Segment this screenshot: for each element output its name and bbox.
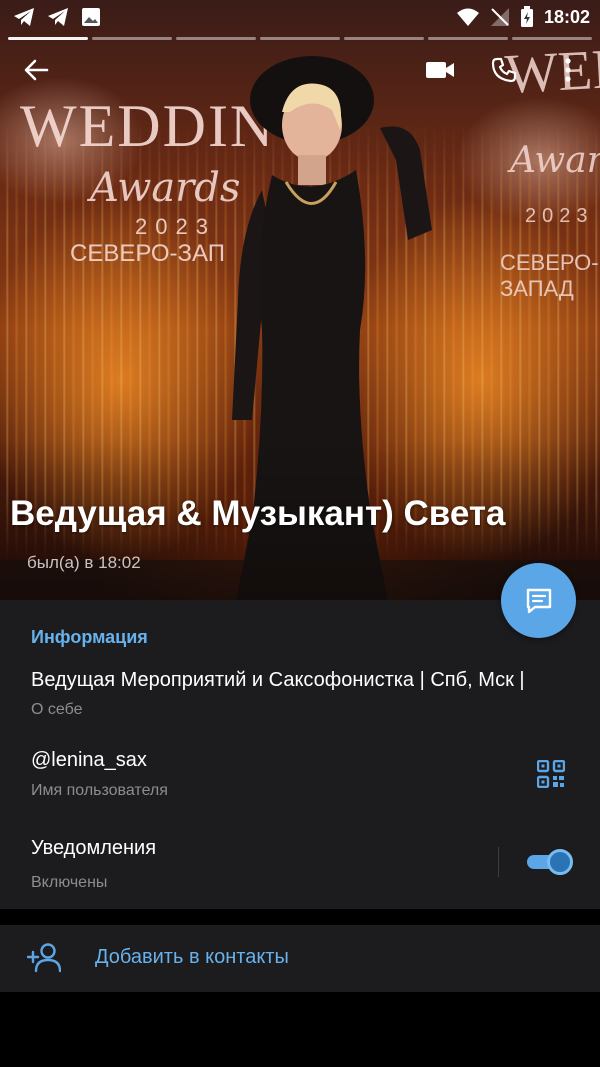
add-contact-button[interactable]: Добавить в контакты [0, 925, 600, 992]
video-call-button[interactable] [418, 48, 462, 92]
username-text[interactable]: @lenina_sax [31, 749, 147, 772]
bio-label: О себе [31, 701, 83, 718]
notifications-toggle[interactable] [527, 849, 573, 875]
photo-indicator-segment [260, 37, 340, 40]
info-section-title: Информация [31, 627, 148, 647]
photo-indicator-segment [92, 37, 172, 40]
wifi-icon [456, 8, 479, 26]
more-options-button[interactable] [546, 48, 590, 92]
profile-name: Ведущая & Музыкант) Света [10, 494, 506, 533]
toggle-knob [547, 849, 573, 875]
notifications-text[interactable]: Уведомления [31, 837, 156, 860]
no-signal-icon [490, 8, 509, 26]
telegram-icon [48, 8, 68, 26]
photo-indicator-segment [512, 37, 592, 40]
photo-indicator-segment [344, 37, 424, 40]
photo-page-indicator [8, 37, 592, 40]
info-section: Информация Ведущая Мероприятий и Саксофо… [0, 600, 600, 909]
telegram-icon [14, 8, 34, 26]
photo-indicator-segment [428, 37, 508, 40]
image-icon [82, 8, 100, 26]
qr-code-icon[interactable] [537, 760, 565, 788]
add-person-icon [27, 943, 61, 973]
voice-call-button[interactable] [482, 48, 526, 92]
photo-indicator-segment [8, 37, 88, 40]
send-message-button[interactable] [501, 563, 576, 638]
chat-bubble-icon [526, 588, 551, 613]
notifications-state: Включены [31, 874, 108, 891]
profile-toolbar [0, 48, 600, 92]
photo-indicator-segment [176, 37, 256, 40]
phone-icon [491, 57, 517, 83]
bio-text[interactable]: Ведущая Мероприятий и Саксофонистка | Сп… [31, 669, 525, 692]
add-contact-label: Добавить в контакты [95, 946, 289, 968]
battery-charging-icon [520, 6, 533, 27]
more-vertical-icon [565, 58, 571, 82]
back-button[interactable] [14, 48, 58, 92]
status-time: 18:02 [543, 6, 590, 27]
arrow-left-icon [24, 59, 49, 81]
video-camera-icon [426, 62, 454, 78]
status-bar: 18:02 [0, 0, 600, 36]
last-seen-status: был(а) в 18:02 [27, 553, 141, 572]
username-label: Имя пользователя [31, 782, 168, 799]
row-divider [498, 847, 499, 877]
